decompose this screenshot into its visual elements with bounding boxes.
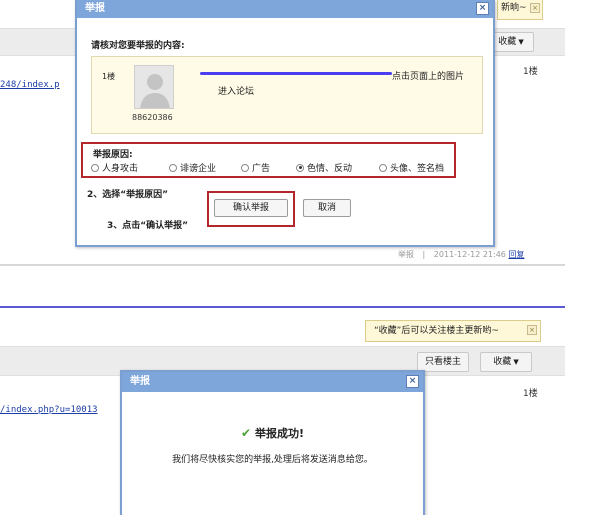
favorite-button-label: 收藏 (498, 37, 517, 47)
user-id: 88620386 (132, 113, 173, 122)
close-icon[interactable]: × (527, 325, 537, 335)
reason-option-defamation[interactable]: 诽谤企业 (169, 161, 216, 174)
post-link[interactable]: 248/index.p (0, 80, 60, 90)
favorite-tip-text: “收藏”后可以关注楼主更新哟~ (374, 326, 499, 336)
radio-icon (91, 163, 99, 172)
chevron-down-icon: ▼ (518, 38, 524, 46)
dialog-title: 举报 (122, 372, 423, 392)
close-icon[interactable]: × (530, 3, 540, 13)
favorite-tip-text: 新晌~ (501, 3, 527, 13)
success-heading: ✔ 举报成功! (122, 425, 423, 441)
quote-text-line2: 进入论坛 (218, 87, 255, 97)
success-message: 我们将尽快核实您的举报,处理后将发送消息给您。 (172, 455, 373, 465)
forum-post-panel-top: 新晌~ × 收藏 ▼ 1楼 248/index.p 举报 | 2011-12-12… (0, 0, 565, 266)
cancel-button[interactable]: 取消 (303, 199, 351, 217)
user-silhouette-icon (135, 66, 173, 108)
reason-label: 举报原因: (93, 150, 133, 160)
step-2-annotation: 2、选择“举报原因” (87, 190, 169, 200)
radio-icon (379, 163, 387, 172)
reason-option-ad[interactable]: 广告 (241, 161, 270, 174)
favorite-button[interactable]: 收藏 ▼ (480, 352, 532, 372)
favorite-tip: 新晌~ × (497, 0, 543, 20)
close-icon[interactable]: × (476, 2, 489, 15)
chevron-down-icon: ▼ (513, 358, 519, 366)
quote-text-line1: 点击页面上的图片 (392, 72, 465, 82)
report-success-dialog: 举报 × ✔ 举报成功! 我们将尽快核实您的举报,处理后将发送消息给您。 (120, 370, 425, 515)
confirm-report-button[interactable]: 确认举报 (214, 199, 288, 217)
post-footer: 举报 | 2011-12-12 21:46 回复 (398, 249, 524, 260)
reason-option-avatar[interactable]: 头像、签名档 (379, 161, 444, 174)
post-link[interactable]: /index.php?u=10013 (0, 405, 98, 415)
floor-number: 1楼 (523, 389, 538, 399)
forum-post-panel-bottom: “收藏”后可以关注楼主更新哟~ × 只看楼主 收藏 ▼ 1楼 /index.php… (0, 306, 565, 515)
radio-icon (241, 163, 249, 172)
floor-number: 1楼 (523, 67, 538, 77)
checkmark-icon: ✔ (240, 426, 252, 440)
report-dialog: 举报 × 请核对您要举报的内容: 1楼 88620386 点击页面上的图片 进入… (75, 0, 495, 247)
favorite-button-label: 收藏 (493, 357, 512, 367)
dialog-heading: 请核对您要举报的内容: (91, 41, 185, 51)
radio-icon (169, 163, 177, 172)
reported-content: 1楼 88620386 点击页面上的图片 进入论坛 (91, 56, 483, 134)
quote-floor: 1楼 (102, 72, 116, 81)
redacted-text (200, 72, 392, 75)
dialog-title: 举报 (77, 0, 493, 18)
close-icon[interactable]: × (406, 375, 419, 388)
favorite-tip: “收藏”后可以关注楼主更新哟~ × (365, 320, 541, 342)
avatar (134, 65, 174, 109)
success-text: 举报成功! (255, 427, 305, 440)
report-link[interactable]: 举报 (398, 250, 414, 259)
reason-option-porn[interactable]: 色情、反动 (296, 161, 352, 174)
reply-link[interactable]: 回复 (508, 250, 524, 259)
step-3-annotation: 3、点击“确认举报” (107, 221, 189, 231)
footer-separator: | (422, 250, 426, 259)
radio-selected-icon (296, 163, 304, 172)
reason-option-personal-attack[interactable]: 人身攻击 (91, 161, 138, 174)
only-owner-button[interactable]: 只看楼主 (417, 352, 469, 372)
post-timestamp: 2011-12-12 21:46 (433, 250, 506, 259)
